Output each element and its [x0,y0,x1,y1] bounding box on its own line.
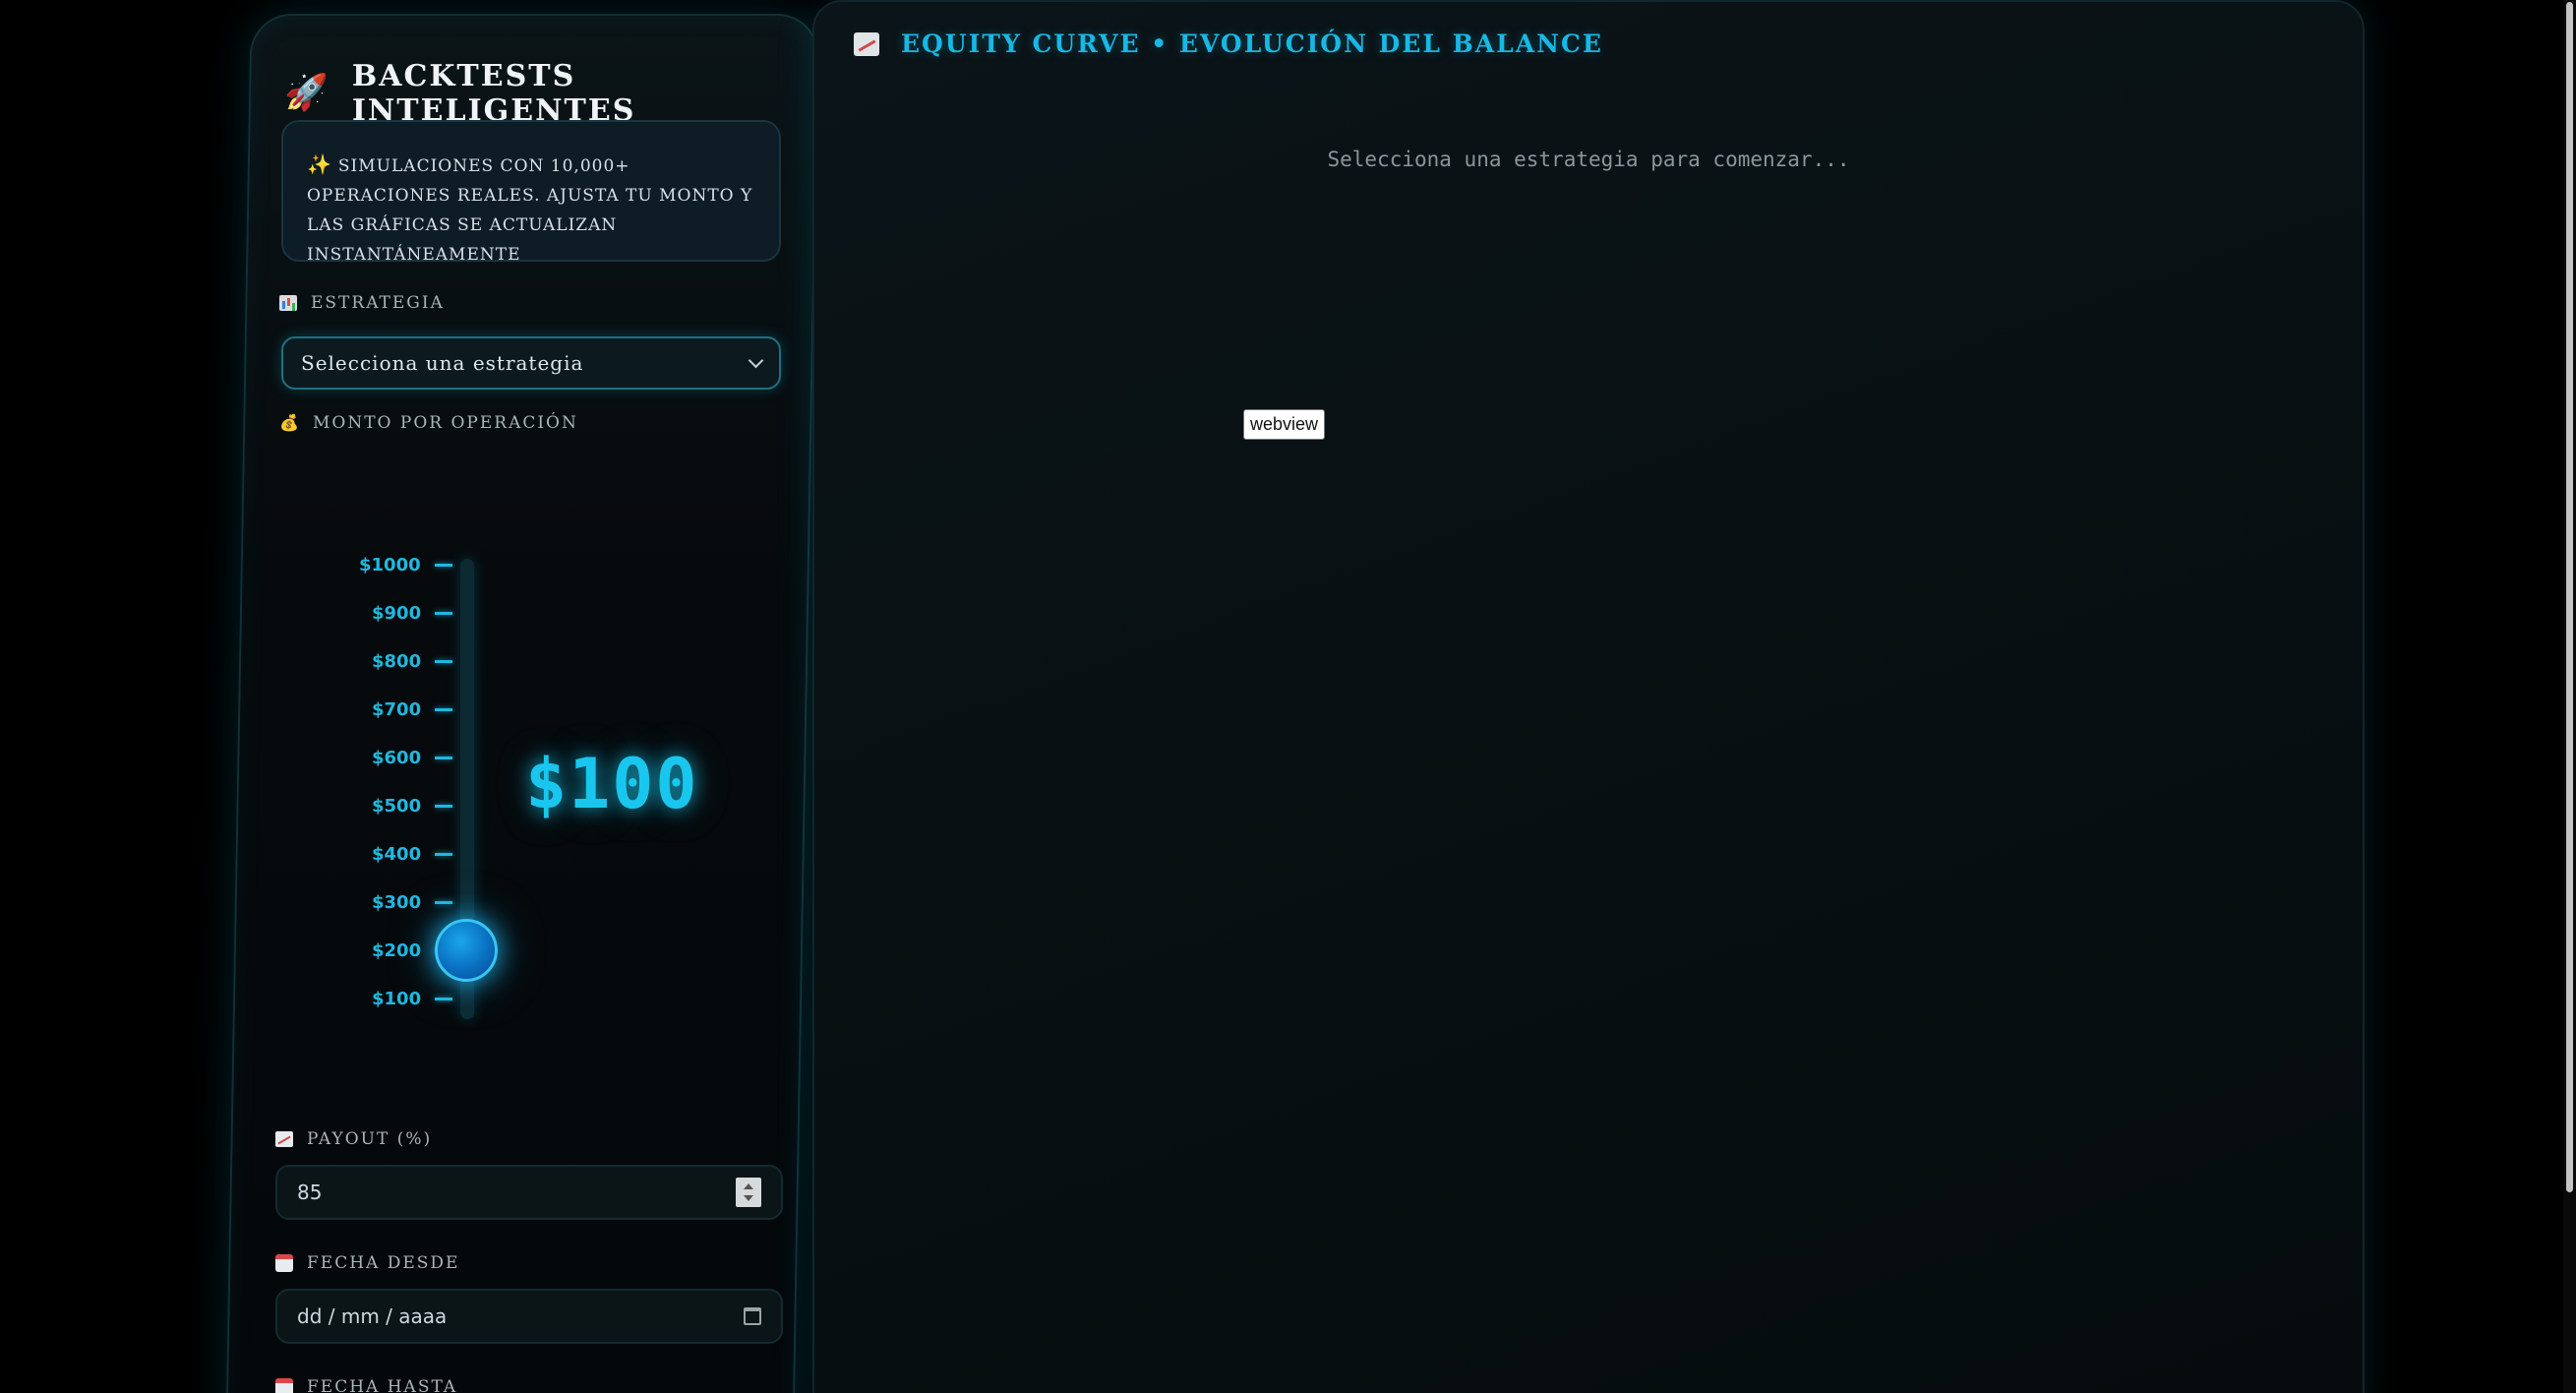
payout-value: 85 [297,1181,323,1204]
slider-tick: $300 [372,892,453,913]
info-text: SIMULACIONES CON 10,000+ OPERACIONES REA… [307,156,753,265]
info-card: ✨ SIMULACIONES CON 10,000+ OPERACIONES RE… [281,120,781,265]
calendar-icon [275,1254,293,1272]
slider-tick: $1000 [359,555,452,575]
payout-input[interactable]: 85 [275,1165,783,1220]
rocket-icon: 🚀 [284,73,329,113]
webview-tooltip: webview [1243,409,1326,440]
slider-tick-mark [435,757,453,759]
slider-tick-mark [435,901,453,904]
empty-state-message: Selecciona una estrategia para comenzar.… [1327,148,1850,171]
panel-header: EQUITY CURVE • EVOLUCIÓN DEL BALANCE [854,30,1603,58]
amount-slider-thumb[interactable] [435,919,498,982]
date-from-input[interactable]: dd / mm / aaaa [275,1289,783,1344]
chevron-down-icon [748,352,764,368]
amount-label: 💰 MONTO POR OPERACIÓN [279,413,578,433]
strategy-select-value: Selecciona una estrategia [301,351,584,375]
slider-tick-label: $600 [372,748,422,768]
date-from-label-text: FECHA DESDE [307,1253,460,1273]
slider-tick: $900 [372,603,453,624]
scrollbar-thumb[interactable] [2566,2,2573,1192]
sidebar: 🚀 BACKTESTS INTELIGENTES ✨ SIMULACIONES C… [225,14,819,1393]
slider-tick-label: $400 [372,844,422,865]
slider-tick: $400 [372,844,453,865]
slider-tick: $800 [372,651,453,672]
date-to-label: FECHA HASTA [275,1377,457,1393]
strategy-label: ESTRATEGIA [279,293,445,313]
slider-tick-mark [435,998,453,1000]
strategy-select[interactable]: Selecciona una estrategia [281,336,781,390]
sparkle-icon: ✨ [307,152,332,176]
slider-tick-label: $300 [372,892,422,913]
calendar-picker-icon[interactable] [744,1307,761,1325]
slider-tick: $500 [372,796,453,817]
equity-curve-panel: EQUITY CURVE • EVOLUCIÓN DEL BALANCE Sel… [812,0,2365,1393]
slider-tick-mark [435,853,453,856]
calendar-icon [275,1378,293,1393]
slider-tick-mark [435,612,453,615]
slider-tick-label: $1000 [359,555,421,575]
slider-tick-label: $500 [372,796,422,817]
slider-tick-label: $100 [372,989,422,1009]
date-to-label-text: FECHA HASTA [307,1377,458,1393]
slider-tick-mark [435,660,453,663]
app-page: 🚀 BACKTESTS INTELIGENTES ✨ SIMULACIONES C… [0,0,2576,1393]
trend-icon [275,1131,293,1147]
sidebar-header: 🚀 BACKTESTS INTELIGENTES [284,59,805,128]
strategy-label-text: ESTRATEGIA [311,293,445,313]
slider-tick: $600 [372,748,453,768]
panel-title: EQUITY CURVE • EVOLUCIÓN DEL BALANCE [901,30,1603,58]
slider-tick-mark [434,564,452,567]
sidebar-title: BACKTESTS INTELIGENTES [351,59,636,128]
slider-tick-mark [435,805,453,808]
chart-icon [854,31,879,56]
date-from-label: FECHA DESDE [275,1253,459,1273]
slider-tick: $100 [372,989,453,1009]
bar-chart-icon [279,295,297,311]
amount-label-text: MONTO POR OPERACIÓN [313,413,578,433]
payout-label-text: PAYOUT (%) [307,1129,433,1149]
slider-tick-mark [435,708,453,711]
number-spinner[interactable] [736,1178,761,1207]
slider-tick-label: $900 [372,603,422,624]
slider-tick-label: $700 [372,699,422,720]
slider-tick-label: $200 [372,940,422,961]
slider-tick-label: $800 [372,651,422,672]
date-from-placeholder: dd / mm / aaaa [297,1304,448,1328]
money-bag-icon: 💰 [279,413,301,432]
slider-tick: $700 [372,699,453,720]
amount-value: $100 [525,744,699,824]
scrollbar[interactable] [2563,0,2576,1393]
payout-label: PAYOUT (%) [275,1129,432,1149]
